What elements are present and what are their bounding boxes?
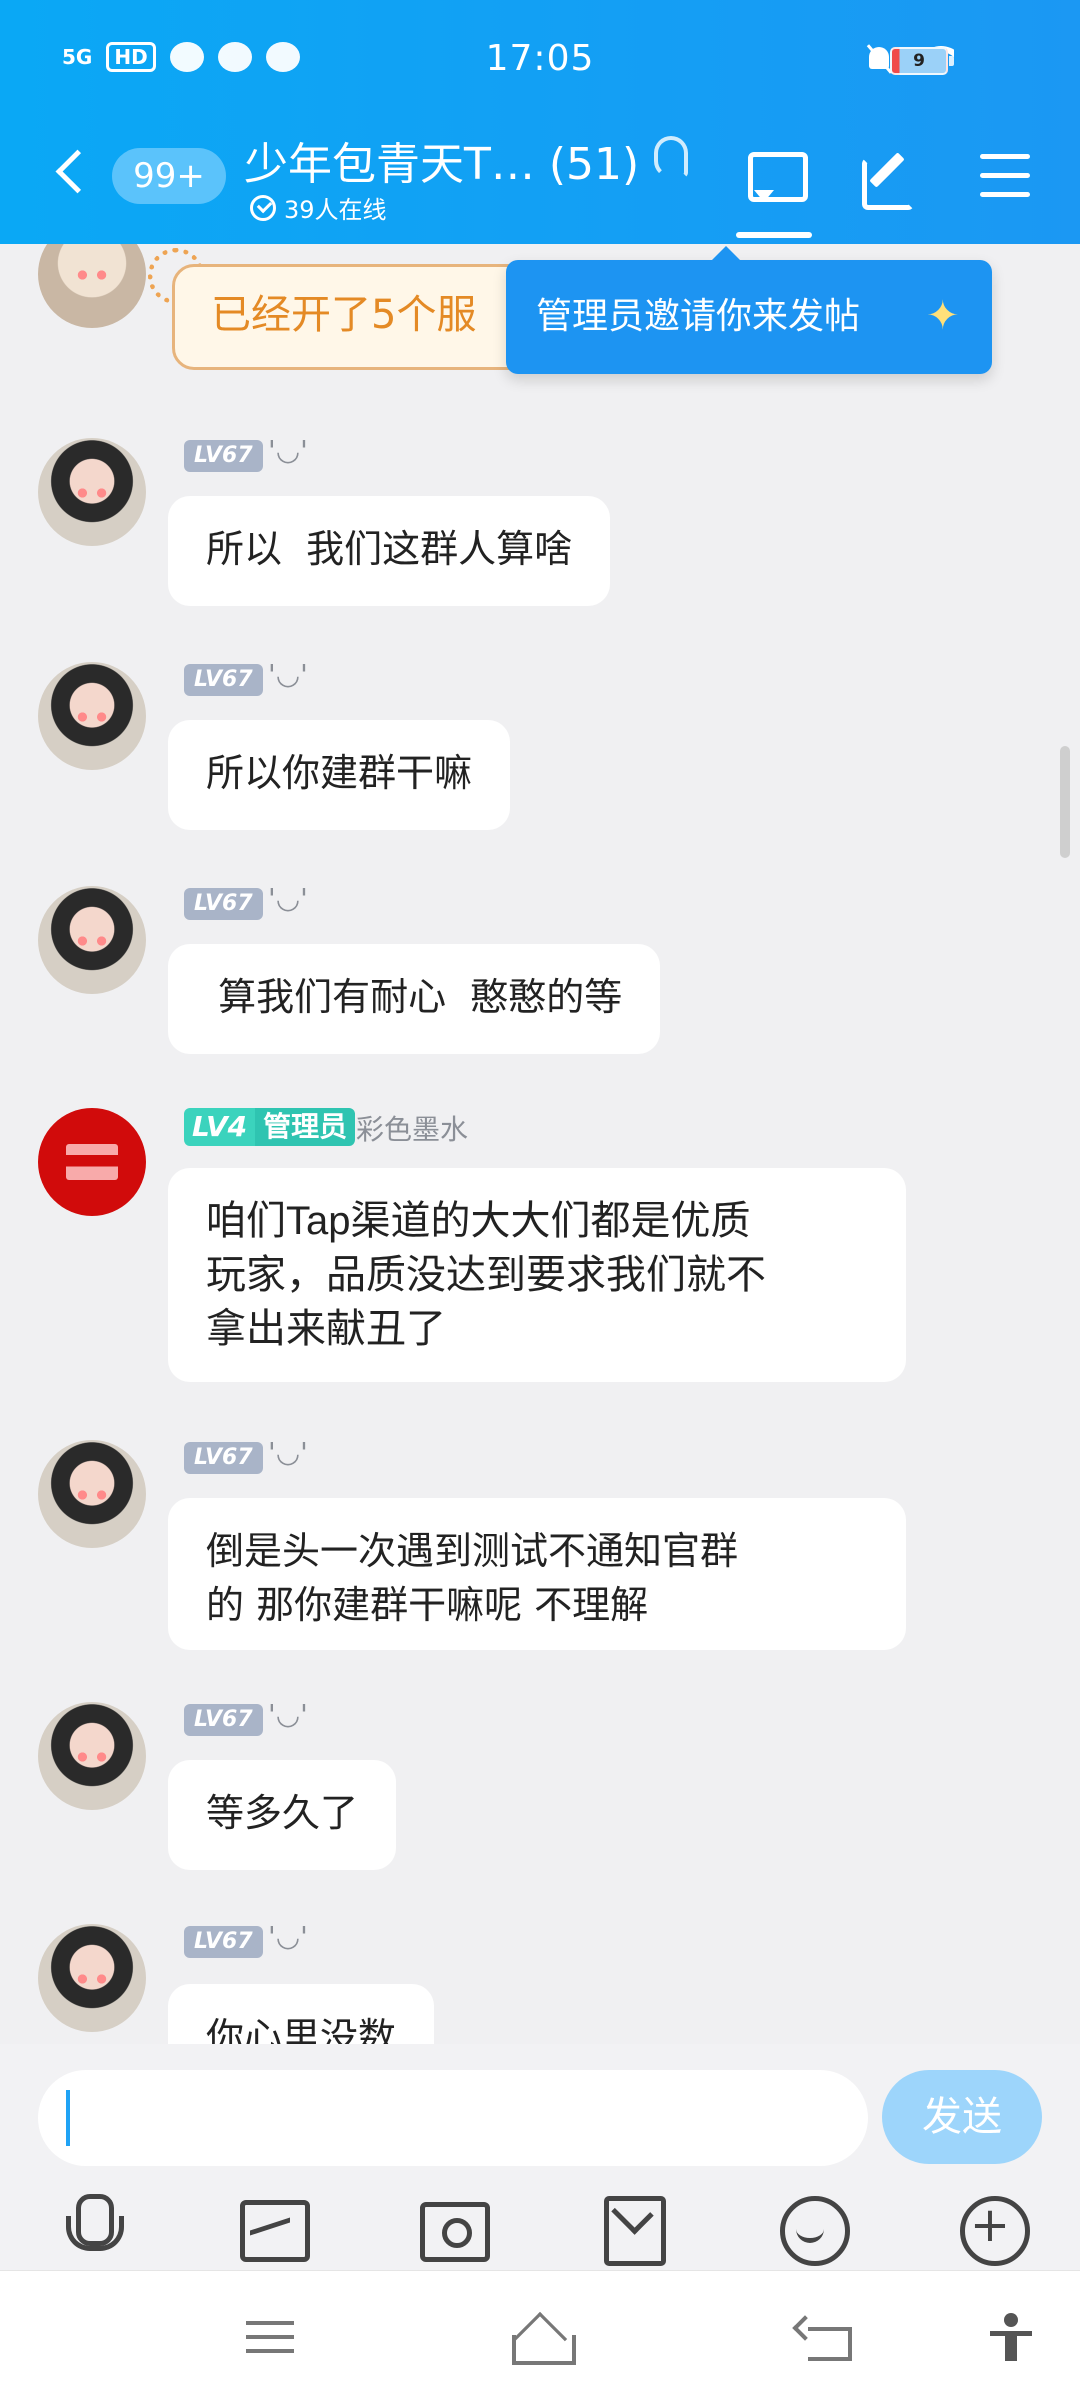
menu-line (980, 154, 1030, 159)
online-count-label: 39人在线 (284, 196, 387, 224)
home-icon[interactable] (506, 2313, 576, 2365)
sender-nickname: '◡' (268, 1920, 308, 1953)
chat-header: 5G HD 17:05 9 99+ 少年包青天T… (51) 39人在线 (0, 0, 1080, 244)
message-bubble[interactable]: 你心里没数 (168, 1984, 435, 2044)
image-icon[interactable] (238, 2194, 310, 2262)
more-plus-icon[interactable] (958, 2194, 1030, 2266)
emoji-icon[interactable] (778, 2194, 850, 2266)
level-badge: LV67 (184, 888, 263, 920)
message-bubble[interactable]: 所以你建群干嘛 (168, 720, 511, 830)
level-badge: LV67 (184, 664, 263, 696)
online-check-icon (250, 194, 276, 221)
avatar[interactable] (38, 886, 146, 994)
chat-tab-icon[interactable] (744, 148, 808, 206)
red-packet-icon[interactable] (598, 2194, 666, 2266)
battery-indicator: 9 (890, 47, 954, 75)
post-edit-icon[interactable] (858, 148, 920, 210)
sparkle-icon: ✦ (926, 293, 960, 339)
sender-nickname: '◡' (268, 658, 308, 691)
menu-line (980, 192, 1030, 197)
avatar[interactable] (38, 662, 146, 770)
group-title[interactable]: 少年包青天T… (51) (244, 128, 639, 192)
role-label: 管理员 (255, 1108, 356, 1146)
admin-invite-tooltip[interactable]: 管理员邀请你来发帖 ✦ (506, 246, 992, 374)
voice-icon[interactable] (58, 2194, 124, 2258)
menu-line (246, 2335, 294, 2339)
tooltip-text: 管理员邀请你来发帖 (536, 296, 861, 337)
message-bubble[interactable]: 咱们Tap渠道的大大们都是优质 玩家，品质没达到要求我们就不 拿出来献丑了 (168, 1168, 906, 1382)
sender-nickname: '◡' (268, 1436, 308, 1469)
level-badge: LV67 (184, 1442, 263, 1474)
unread-badge[interactable]: 99+ (112, 148, 226, 204)
sender-nickname: '◡' (268, 434, 308, 467)
accessibility-icon[interactable] (984, 2313, 1044, 2363)
message-bubble[interactable]: 算我们有耐心 憨憨的等 (168, 944, 661, 1054)
input-area: 发送 (0, 2044, 1080, 2270)
recent-apps-icon[interactable] (240, 2313, 300, 2363)
menu-icon[interactable] (976, 148, 1038, 206)
menu-line (246, 2349, 294, 2353)
message-bubble[interactable]: 等多久了 (168, 1760, 397, 1870)
admin-level-badge: LV4 管理员 (184, 1108, 356, 1146)
message-input[interactable] (38, 2070, 868, 2166)
active-tab-indicator (736, 232, 812, 238)
status-bar: 5G HD 17:05 9 (0, 0, 1080, 120)
sender-nickname: '◡' (268, 882, 308, 915)
avatar[interactable] (38, 1440, 146, 1548)
avatar[interactable] (38, 244, 146, 328)
sender-nickname: 彩色墨水 (356, 1113, 469, 1146)
earpiece-icon (654, 136, 688, 178)
sender-nickname: '◡' (268, 1698, 308, 1731)
message-bubble[interactable]: 倒是头一次遇到测试不通知官群 的 那你建群干嘛呢 不理解 (168, 1498, 906, 1650)
level-badge: LV67 (184, 1704, 263, 1736)
camera-icon[interactable] (418, 2194, 490, 2262)
scrollbar[interactable] (1060, 746, 1070, 858)
back-nav-icon[interactable] (794, 2313, 854, 2363)
back-button[interactable] (56, 150, 88, 196)
menu-line (246, 2321, 294, 2325)
level-badge: LV67 (184, 440, 263, 472)
menu-line (980, 173, 1030, 178)
app-root: 5G HD 17:05 9 99+ 少年包青天T… (51) 39人在线 已经开… (0, 0, 1080, 2400)
level-label: LV4 (184, 1108, 256, 1146)
online-count: 39人在线 (250, 190, 387, 225)
message-bubble[interactable]: 所以 我们这群人算啥 (168, 496, 611, 606)
avatar[interactable] (38, 438, 146, 546)
avatar[interactable] (38, 1924, 146, 2032)
avatar[interactable] (38, 1108, 146, 1216)
send-button[interactable]: 发送 (882, 2070, 1042, 2164)
system-navigation-bar (0, 2270, 1080, 2400)
avatar[interactable] (38, 1702, 146, 1810)
chat-message-list[interactable]: 已经开了5个服 管理员邀请你来发帖 ✦ LV67 '◡' 所以 我们这群人算啥 … (0, 244, 1080, 2044)
text-caret (66, 2090, 70, 2146)
level-badge: LV67 (184, 1926, 263, 1958)
